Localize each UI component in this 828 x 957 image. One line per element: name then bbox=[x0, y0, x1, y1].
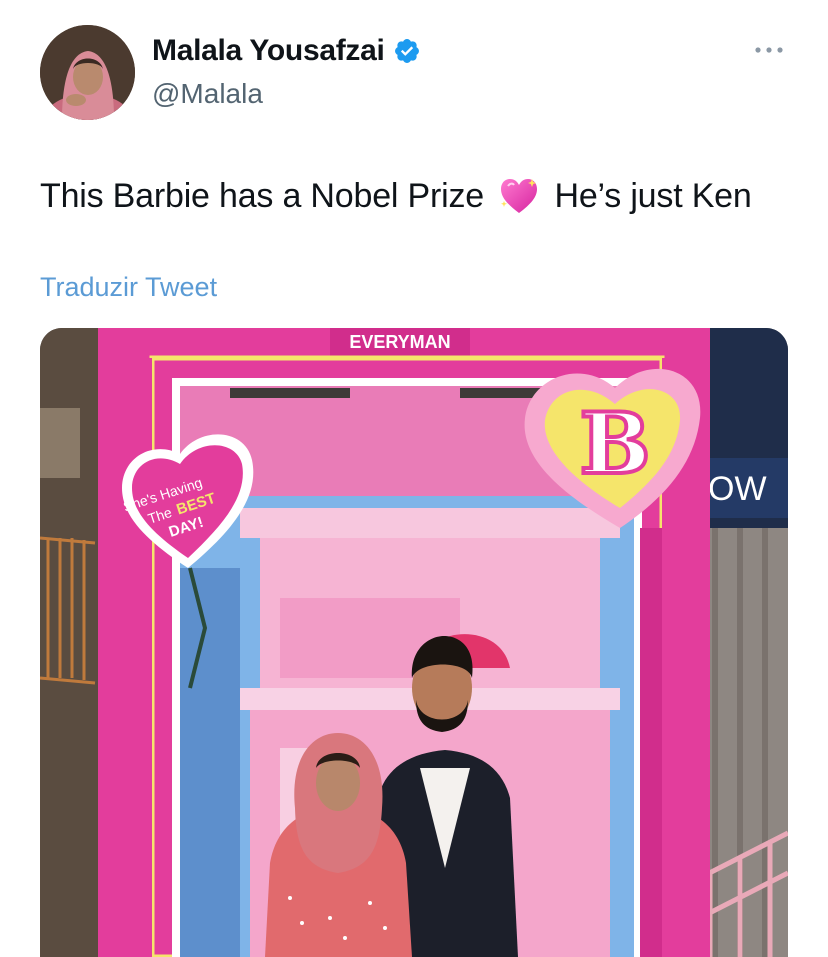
tweet-text-part-2: He’s just Ken bbox=[554, 177, 752, 215]
sparkling-heart-icon bbox=[501, 179, 538, 213]
logo-letter: B bbox=[580, 394, 651, 493]
translate-tweet-link[interactable]: Traduzir Tweet bbox=[40, 272, 217, 303]
right-sign-text: OW bbox=[708, 470, 767, 508]
author-handle[interactable]: @Malala bbox=[152, 78, 263, 110]
barbie-box-photo: OW EVERYMAN She's Having The BEST DAY! B bbox=[40, 328, 788, 957]
tweet-text-part-1: This Barbie has a Nobel Prize bbox=[40, 177, 484, 215]
tweet-media-photo[interactable]: OW EVERYMAN She's Having The BEST DAY! B bbox=[40, 328, 788, 957]
avatar-photo bbox=[40, 25, 135, 120]
tweet-text: This Barbie has a Nobel Prize He’s just … bbox=[40, 174, 800, 218]
author-display-name[interactable]: Malala Yousafzai bbox=[152, 34, 385, 68]
author-avatar[interactable] bbox=[40, 25, 135, 120]
more-options-icon[interactable] bbox=[752, 40, 786, 60]
verified-badge-icon bbox=[394, 39, 419, 63]
author-name-row[interactable]: Malala Yousafzai bbox=[152, 34, 421, 68]
everyman-sign: EVERYMAN bbox=[349, 332, 450, 352]
